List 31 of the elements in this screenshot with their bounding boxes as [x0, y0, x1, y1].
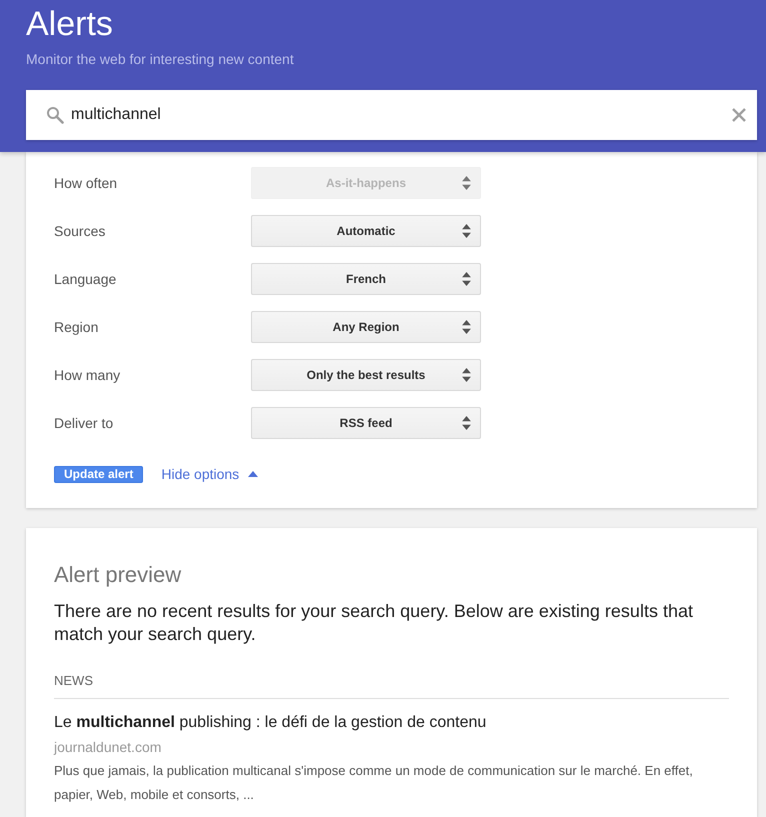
- dropdown[interactable]: French: [251, 263, 481, 295]
- page-subtitle: Monitor the web for interesting new content: [26, 50, 295, 68]
- dropdown[interactable]: RSS feed: [251, 407, 481, 439]
- page-title: Alerts: [26, 4, 114, 44]
- search-icon: [46, 106, 64, 124]
- sort-arrows-icon: [462, 320, 471, 334]
- sort-arrows-icon: [462, 272, 471, 286]
- search-field[interactable]: multichannel: [26, 90, 757, 140]
- result-snippet: Plus que jamais, la publication multicanal s'impose comme un mode de communication sur le marché. En effet, papier, Web, mobile et consorts, ...: [54, 762, 694, 804]
- result-source: journaldunet.com: [54, 738, 162, 756]
- hide-options-link[interactable]: Hide options: [161, 466, 240, 482]
- option-label: Sources: [54, 223, 106, 239]
- dropdown[interactable]: Any Region: [251, 311, 481, 343]
- section-title: Alert preview: [54, 561, 182, 589]
- option-label: Region: [54, 319, 100, 335]
- option-label: Language: [54, 271, 118, 287]
- sort-arrows-icon: [462, 176, 471, 190]
- message-text: There are no recent results for your search query. Below are existing results that match your search query.: [54, 600, 694, 646]
- dropdown[interactable]: Automatic: [251, 215, 481, 247]
- close-icon[interactable]: [732, 108, 746, 122]
- sort-arrows-icon: [462, 416, 471, 430]
- dropdown[interactable]: Only the best results: [251, 359, 481, 391]
- update-alert-button[interactable]: Update alert: [54, 466, 144, 482]
- sort-arrows-icon: [462, 368, 471, 382]
- option-label: How many: [54, 367, 122, 383]
- section-label: NEWS: [54, 672, 94, 690]
- result-title-link[interactable]: Le multichannel publishing : le défi de la gestion de contenu: [54, 712, 729, 734]
- sort-arrows-icon: [462, 224, 471, 238]
- option-label: Deliver to: [54, 415, 114, 431]
- caret-icon[interactable]: [248, 471, 258, 477]
- option-label: How often: [54, 175, 118, 191]
